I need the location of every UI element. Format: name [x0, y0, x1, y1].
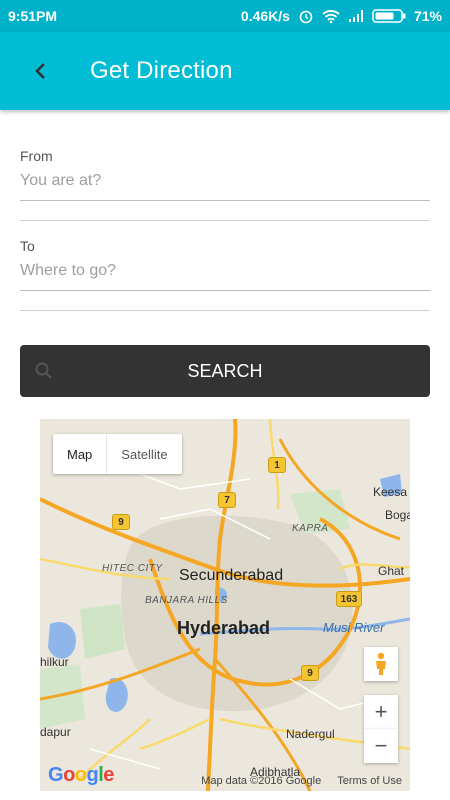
to-input[interactable]: [20, 254, 430, 291]
map-label: Hyderabad: [177, 618, 271, 638]
alarm-icon: [299, 10, 313, 24]
map-data-credit: Map data ©2016 Google: [201, 775, 322, 787]
chevron-left-icon: [35, 63, 45, 79]
from-input[interactable]: [20, 164, 430, 201]
map-label: KAPRA: [292, 523, 329, 534]
highway-shield: 9: [112, 514, 130, 530]
battery-icon: [372, 9, 406, 23]
to-field: To: [20, 238, 430, 291]
status-time: 9:51PM: [8, 8, 58, 24]
map-label: dapur: [40, 725, 71, 739]
map-label: Keesa: [373, 485, 408, 499]
map-label: HITEC CITY: [102, 563, 163, 574]
map-view[interactable]: Map Satellite 1 7 9 163 9 Keesa Boga KAP…: [40, 419, 410, 791]
app-bar: Get Direction: [0, 32, 450, 110]
map-label: hilkur: [40, 655, 69, 669]
search-label: SEARCH: [187, 360, 263, 381]
divider: [20, 220, 430, 221]
map-attribution: Map data ©2016 Google Terms of Use: [201, 775, 402, 787]
search-button[interactable]: SEARCH: [20, 345, 430, 397]
pegman-icon: [376, 652, 386, 675]
highway-shield: 9: [301, 665, 319, 681]
map-label: BANJARA HILLS: [145, 595, 228, 606]
status-bar: 9:51PM 0.46K/s 71%: [0, 0, 450, 32]
highway-shield: 1: [268, 457, 286, 473]
wifi-icon: [322, 10, 340, 23]
page-title: Get Direction: [90, 57, 233, 84]
from-field: From: [20, 148, 430, 201]
zoom-in-button[interactable]: +: [364, 695, 398, 729]
network-speed: 0.46K/s: [240, 8, 290, 24]
from-label: From: [20, 148, 53, 164]
map-label: Musi River: [323, 620, 385, 635]
divider: [20, 310, 430, 311]
map-type-map-button[interactable]: Map: [53, 434, 106, 474]
map-label: Boga: [385, 508, 410, 522]
highway-shield: 7: [218, 492, 236, 508]
street-view-pegman-button[interactable]: [364, 647, 398, 681]
map-label: Secunderabad: [179, 567, 284, 584]
google-logo: Google: [48, 764, 114, 786]
highway-shield: 163: [336, 591, 362, 607]
zoom-out-button[interactable]: −: [364, 729, 398, 763]
map-label: Ghat: [378, 564, 405, 578]
terms-of-use-link[interactable]: Terms of Use: [337, 775, 402, 787]
status-icons: 0.46K/s 71%: [241, 8, 442, 24]
to-label: To: [20, 238, 35, 254]
signal-icon: [348, 10, 363, 22]
map-label: Nadergul: [286, 727, 335, 741]
battery-percent: 71%: [413, 8, 442, 24]
map-type-satellite-button[interactable]: Satellite: [106, 434, 181, 474]
search-icon: [35, 362, 52, 379]
map-type-control: Map Satellite: [53, 434, 182, 474]
back-button[interactable]: [12, 43, 68, 99]
